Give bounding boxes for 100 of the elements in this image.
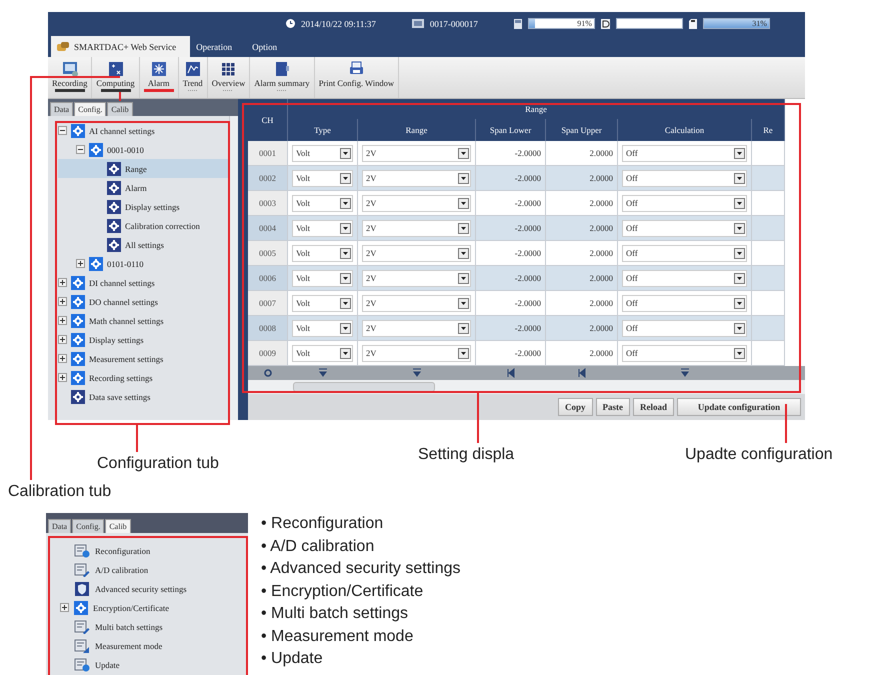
type-select[interactable]: Volt — [292, 170, 353, 186]
filter-icon[interactable] — [680, 368, 690, 378]
type-select[interactable]: Volt — [292, 244, 353, 262]
expand-icon[interactable] — [58, 278, 67, 287]
tree-item[interactable]: Update — [60, 655, 248, 674]
type-select[interactable]: Volt — [292, 194, 353, 212]
type-select[interactable]: Volt — [292, 270, 353, 286]
tree-item[interactable]: Display settings — [58, 330, 229, 349]
tree-item[interactable]: Reconfiguration — [60, 541, 248, 560]
app-tab[interactable]: Operation — [190, 36, 246, 57]
expand-icon[interactable] — [58, 335, 67, 344]
expand-icon[interactable] — [58, 297, 67, 306]
range-select[interactable]: 2V — [362, 194, 471, 212]
first-icon[interactable] — [506, 368, 516, 378]
range-select[interactable]: 2V — [362, 170, 471, 186]
refresh-icon[interactable] — [263, 368, 273, 378]
toolbar-button[interactable]: Reload — [633, 398, 674, 416]
side-tab[interactable]: Config. — [72, 519, 104, 533]
list-item: • A/D calibration — [261, 536, 376, 556]
first-icon[interactable] — [577, 368, 587, 378]
collapse-icon[interactable] — [76, 145, 85, 154]
list-item: • Update — [261, 649, 324, 669]
side-tab[interactable]: Config. — [74, 102, 106, 116]
tree-item[interactable]: Multi batch settings — [60, 617, 248, 636]
calculation-select[interactable]: Off — [622, 220, 747, 236]
tree-item[interactable]: Range — [58, 159, 229, 178]
tree-item[interactable]: All settings — [58, 235, 229, 254]
tree-item[interactable]: Alarm — [58, 178, 229, 197]
tree-item[interactable]: Recording settings — [58, 368, 229, 387]
side-tab[interactable]: Data — [50, 102, 74, 116]
toolbar-button[interactable]: Paste — [596, 398, 630, 416]
toolbar-button[interactable]: Overview — [208, 57, 250, 98]
app-tab[interactable]: SMARTDAC+ Web Service — [51, 36, 190, 57]
column-header: Range — [358, 119, 476, 141]
tree-item[interactable]: 0101-0110 — [58, 254, 229, 273]
toolbar-button[interactable]: Print Config. Window — [314, 57, 399, 98]
range-select[interactable]: 2V — [362, 270, 471, 286]
type-select[interactable]: Volt — [292, 144, 353, 162]
expand-icon[interactable] — [58, 316, 67, 325]
calculation-select[interactable]: Off — [622, 344, 747, 362]
tree-item[interactable]: 0001-0010 — [58, 140, 229, 159]
toolbar-button[interactable]: Trend — [178, 57, 208, 98]
toolbar-button[interactable]: Copy — [558, 398, 592, 416]
tree-item[interactable]: Measurement mode — [60, 636, 248, 655]
side-tab[interactable]: Data — [48, 519, 72, 533]
collapse-icon[interactable] — [58, 126, 67, 135]
app-tab[interactable]: Option — [246, 36, 292, 57]
toolbar-button[interactable]: Computing — [92, 57, 140, 98]
tree-item[interactable]: Display settings — [58, 197, 229, 216]
table-cell: -2.0000 — [476, 341, 546, 366]
tree-item[interactable]: Encryption/Certificate — [60, 598, 248, 617]
range-select[interactable]: 2V — [362, 244, 471, 262]
tree-item[interactable]: DI channel settings — [58, 273, 229, 292]
side-tab[interactable]: Calib — [105, 519, 131, 533]
document-pencil-icon — [74, 562, 90, 576]
expand-icon[interactable] — [76, 259, 85, 268]
tree-item[interactable]: AI channel settings — [58, 121, 229, 140]
type-select[interactable]: Volt — [292, 344, 353, 362]
column-header: Re — [752, 119, 785, 141]
type-select[interactable]: Volt — [292, 320, 353, 336]
range-select[interactable]: 2V — [362, 294, 471, 312]
type-select[interactable]: Volt — [292, 294, 353, 312]
calculation-select[interactable]: Off — [622, 170, 747, 186]
toolbar-button[interactable]: Update configuration — [677, 398, 801, 416]
tree-item[interactable]: Data save settings — [58, 387, 229, 406]
calculation-select[interactable]: Off — [622, 270, 747, 286]
tree-item[interactable]: Math channel settings — [58, 311, 229, 330]
expand-icon[interactable] — [58, 373, 67, 382]
gear-icon — [107, 180, 121, 194]
alarm-icon — [150, 60, 168, 78]
tree-item[interactable]: Calibration correction — [58, 216, 229, 235]
type-select[interactable]: Volt — [292, 220, 353, 236]
toolbar-button[interactable]: Recording — [48, 57, 92, 98]
range-select[interactable]: 2V — [362, 220, 471, 236]
toolbar-button[interactable]: Alarm summary — [250, 57, 315, 98]
calculation-select[interactable]: Off — [622, 194, 747, 212]
tree-item[interactable]: DO channel settings — [58, 292, 229, 311]
expand-icon[interactable] — [60, 603, 69, 612]
calculation-select[interactable]: Off — [622, 144, 747, 162]
range-select[interactable]: 2V — [362, 344, 471, 362]
range-select[interactable]: 2V — [362, 320, 471, 336]
list-item: • Measurement mode — [261, 626, 414, 646]
side-tab[interactable]: Calib — [107, 102, 133, 116]
tree-item[interactable]: Advanced security settings — [60, 579, 248, 598]
calculation-select[interactable]: Off — [622, 320, 747, 336]
calculation-select[interactable]: Off — [622, 294, 747, 312]
calculation-select[interactable]: Off — [622, 244, 747, 262]
tree-item[interactable]: Measurement settings — [58, 349, 229, 368]
gear-icon — [107, 200, 121, 214]
toolbar-button[interactable]: Alarm — [140, 57, 179, 98]
tree-item[interactable]: A/D calibration — [60, 560, 248, 579]
leader-line — [136, 425, 138, 452]
table-cell: 2.0000 — [546, 341, 618, 366]
column-header: CH — [248, 99, 288, 141]
range-select[interactable]: 2V — [362, 144, 471, 162]
channel-cell: 0006 — [248, 266, 288, 291]
expand-icon[interactable] — [58, 354, 67, 363]
filter-icon[interactable] — [318, 368, 328, 378]
document-refresh-icon — [74, 544, 90, 558]
filter-icon[interactable] — [412, 368, 422, 378]
